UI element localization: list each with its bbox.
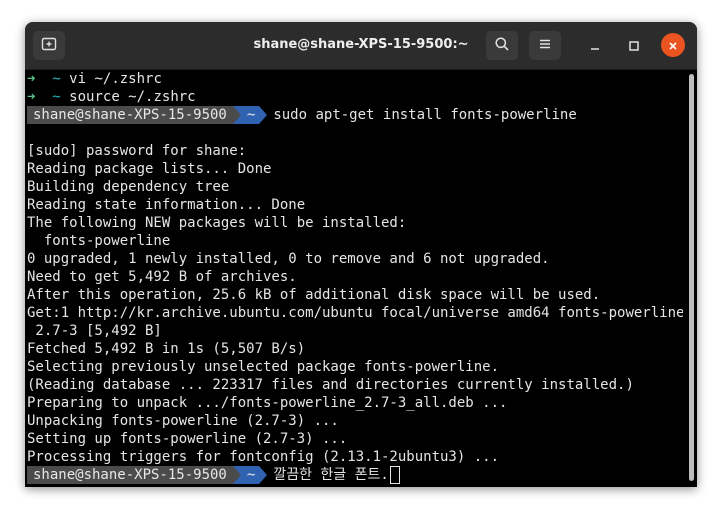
search-icon: [494, 36, 510, 56]
output-line: Reading package lists... Done: [27, 161, 272, 177]
prompt-dir: ~: [52, 71, 61, 87]
output-line: Setting up fonts-powerline (2.7-3) ...: [27, 431, 348, 447]
output-line: Unpacking fonts-powerline (2.7-3) ...: [27, 413, 339, 429]
output-line: Processing triggers for fontconfig (2.13…: [27, 449, 500, 465]
minimize-icon: [590, 36, 600, 55]
output-line: Preparing to unpack .../fonts-powerline_…: [27, 395, 508, 411]
output-line: Get:1 http://kr.archive.ubuntu.com/ubunt…: [27, 305, 683, 321]
output-line: (Reading database ... 223317 files and d…: [27, 377, 634, 393]
new-tab-icon: [41, 36, 57, 56]
prompt-arrow: ➜: [27, 71, 36, 87]
terminal-window: shane@shane-XPS-15-9500:~ ➜ ~ vi ~/.zshr…: [25, 22, 697, 487]
command-text: vi ~/.zshrc: [69, 71, 162, 87]
terminal-output: ➜ ~ vi ~/.zshrc ➜ ~ source ~/.zshrc shan…: [27, 70, 683, 484]
prompt-line: shane@shane-XPS-15-9500 ~ sudo apt-get i…: [27, 106, 683, 124]
scrollbar[interactable]: [689, 74, 694, 481]
terminal-view[interactable]: ➜ ~ vi ~/.zshrc ➜ ~ source ~/.zshrc shan…: [25, 70, 697, 487]
output-line: 0 upgraded, 1 newly installed, 0 to remo…: [27, 251, 550, 267]
history-line: ➜ ~ vi ~/.zshrc: [27, 70, 683, 88]
prompt-line: shane@shane-XPS-15-9500 ~ 깔끔한 한글 폰트.: [27, 466, 683, 484]
output-line: After this operation, 25.6 kB of additio…: [27, 287, 601, 303]
history-line: ➜ ~ source ~/.zshrc: [27, 88, 683, 106]
close-button[interactable]: [661, 33, 685, 57]
output-line: fonts-powerline: [27, 233, 171, 249]
output-line: Building dependency tree: [27, 179, 230, 195]
maximize-button[interactable]: [622, 33, 646, 57]
output-line: 2.7-3 [5,492 B]: [27, 323, 162, 339]
new-tab-button[interactable]: [33, 31, 65, 60]
prompt-separator: [232, 106, 241, 124]
prompt-arrow: ➜: [27, 89, 36, 105]
maximize-icon: [629, 36, 639, 55]
prompt-dir-segment: ~: [240, 106, 260, 124]
prompt-separator: [232, 466, 241, 484]
output-line: Selecting previously unselected package …: [27, 359, 500, 375]
prompt-separator: [259, 106, 268, 124]
prompt-separator: [259, 466, 268, 484]
prompt-dir: ~: [52, 89, 61, 105]
output-line: Need to get 5,492 B of archives.: [27, 269, 297, 285]
command-input-text[interactable]: 깔끔한 한글 폰트.: [267, 466, 388, 484]
output-line: [sudo] password for shane:: [27, 143, 247, 159]
text-cursor: [389, 466, 400, 484]
output-line: Reading state information... Done: [27, 197, 306, 213]
prompt-host-segment: shane@shane-XPS-15-9500: [27, 106, 233, 124]
prompt-dir-segment: ~: [240, 466, 260, 484]
menu-button[interactable]: [529, 31, 561, 60]
minimize-button[interactable]: [583, 33, 607, 57]
output-line: Fetched 5,492 B in 1s (5,507 B/s): [27, 341, 306, 357]
prompt-host-segment: shane@shane-XPS-15-9500: [27, 466, 233, 484]
search-button[interactable]: [486, 31, 518, 60]
close-icon: [668, 36, 678, 55]
output-line: The following NEW packages will be insta…: [27, 215, 407, 231]
hamburger-menu-icon: [538, 36, 552, 55]
command-text: source ~/.zshrc: [69, 89, 196, 105]
command-text: sudo apt-get install fonts-powerline: [273, 107, 577, 123]
title-bar[interactable]: shane@shane-XPS-15-9500:~: [25, 22, 697, 70]
